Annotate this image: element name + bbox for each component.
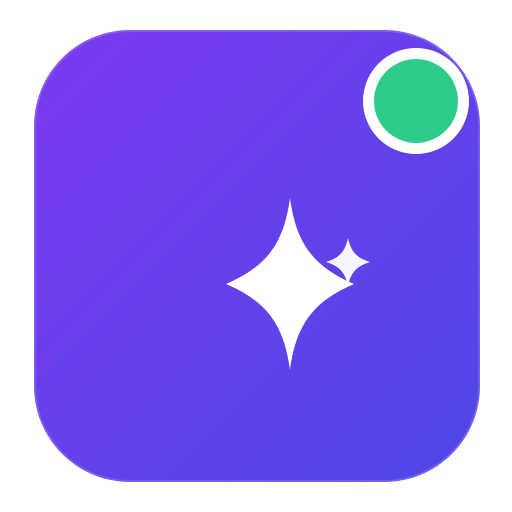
status-dot-fill [374,59,458,143]
app-icon-stage [0,0,512,512]
status-indicator [363,48,469,154]
sparkle-icon [184,180,396,392]
